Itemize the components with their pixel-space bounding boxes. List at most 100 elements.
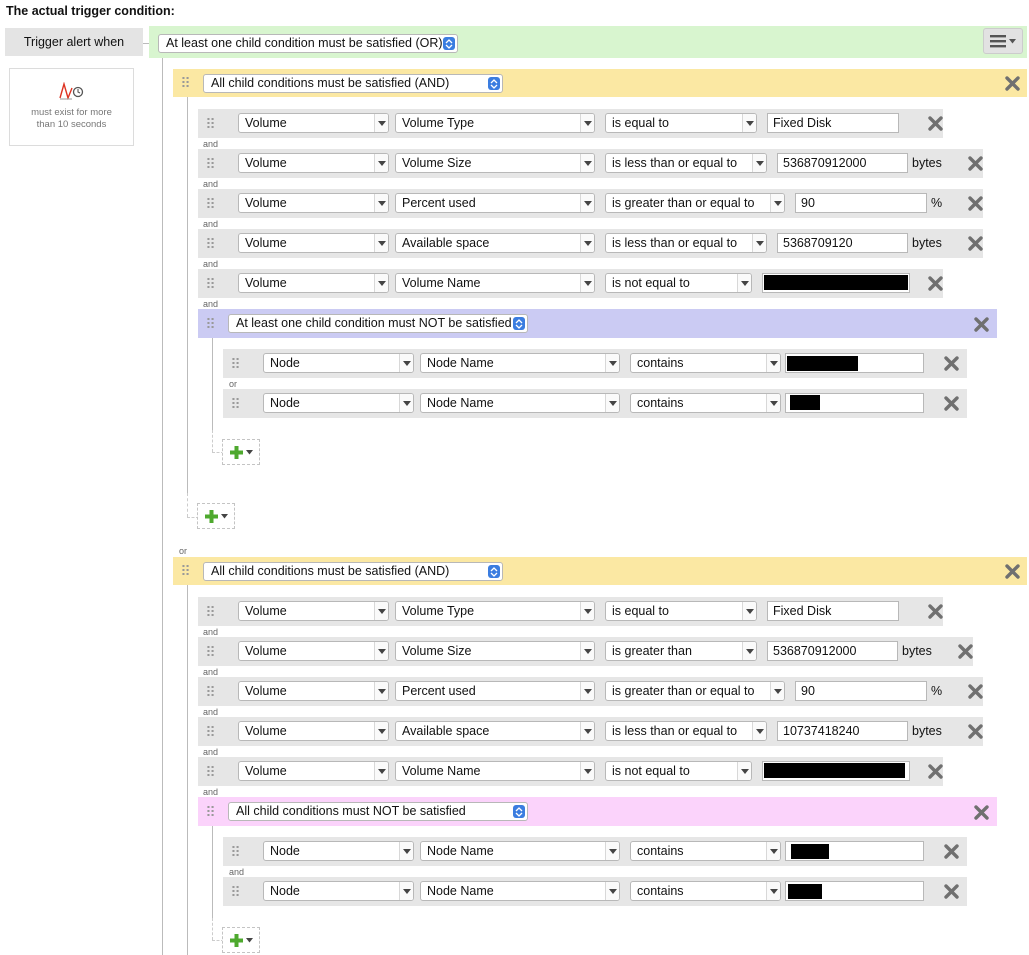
remove-condition-button[interactable] — [926, 602, 944, 620]
drag-handle-icon[interactable]: ⠿ — [198, 317, 222, 331]
entity-select[interactable]: Volume — [238, 721, 389, 741]
operator-select[interactable]: is equal to — [605, 113, 757, 133]
drag-handle-icon[interactable]: ⠿ — [198, 685, 222, 699]
entity-select[interactable]: Volume — [238, 273, 389, 293]
group-condition-select[interactable]: All child conditions must be satisfied (… — [203, 562, 503, 581]
entity-select[interactable]: Volume — [238, 153, 389, 173]
value-input[interactable]: 536870912000 — [777, 153, 908, 173]
chevron-down-icon — [605, 842, 619, 860]
operator-select[interactable]: contains — [630, 881, 781, 901]
drag-handle-icon[interactable]: ⠿ — [198, 117, 222, 131]
field-select[interactable]: Percent used — [395, 681, 595, 701]
drag-handle-icon[interactable]: ⠿ — [198, 805, 222, 819]
remove-condition-button[interactable] — [926, 762, 944, 780]
drag-handle-icon[interactable]: ⠿ — [223, 357, 247, 371]
drag-handle-icon[interactable]: ⠿ — [198, 645, 222, 659]
operator-select[interactable]: is less than or equal to — [605, 233, 767, 253]
field-select[interactable]: Node Name — [420, 841, 620, 861]
value-input[interactable]: 90 — [795, 681, 927, 701]
group-condition-select[interactable]: All child conditions must be satisfied (… — [203, 74, 503, 93]
field-select[interactable]: Available space — [395, 721, 595, 741]
value-input[interactable]: Fixed Disk — [767, 113, 899, 133]
operator-select[interactable]: contains — [630, 841, 781, 861]
entity-select[interactable]: Volume — [238, 641, 389, 661]
drag-handle-icon[interactable]: ⠿ — [173, 564, 197, 578]
remove-condition-button[interactable] — [966, 154, 984, 172]
entity-select[interactable]: Volume — [238, 233, 389, 253]
add-subcondition-button[interactable] — [222, 439, 260, 465]
drag-handle-icon[interactable]: ⠿ — [223, 397, 247, 411]
add-condition-button[interactable] — [197, 503, 235, 529]
drag-handle-icon[interactable]: ⠿ — [223, 885, 247, 899]
field-select[interactable]: Volume Type — [395, 113, 595, 133]
operator-select[interactable]: contains — [630, 353, 781, 373]
entity-select[interactable]: Volume — [238, 761, 389, 781]
remove-condition-button[interactable] — [966, 682, 984, 700]
remove-condition-button[interactable] — [942, 354, 960, 372]
remove-condition-button[interactable] — [966, 234, 984, 252]
remove-subgroup-button[interactable] — [972, 315, 990, 333]
root-condition-select[interactable]: At least one child condition must be sat… — [158, 34, 458, 53]
remove-group-button[interactable] — [1003, 562, 1021, 580]
conjunction-label: and — [203, 219, 219, 229]
operator-select[interactable]: is equal to — [605, 601, 757, 621]
remove-subgroup-button[interactable] — [972, 803, 990, 821]
drag-handle-icon[interactable]: ⠿ — [198, 237, 222, 251]
drag-handle-icon[interactable]: ⠿ — [198, 605, 222, 619]
value-input[interactable]: Fixed Disk — [767, 601, 899, 621]
drag-handle-icon[interactable]: ⠿ — [198, 157, 222, 171]
entity-select[interactable]: Node — [263, 353, 414, 373]
entity-select[interactable]: Volume — [238, 193, 389, 213]
operator-select[interactable]: contains — [630, 393, 781, 413]
remove-condition-button[interactable] — [942, 394, 960, 412]
field-select[interactable]: Node Name — [420, 393, 620, 413]
remove-condition-button[interactable] — [956, 642, 974, 660]
value-input[interactable]: 90 — [795, 193, 927, 213]
remove-condition-button[interactable] — [966, 722, 984, 740]
entity-select[interactable]: Node — [263, 881, 414, 901]
operator-select[interactable]: is greater than or equal to — [605, 193, 785, 213]
operator-select[interactable]: is less than or equal to — [605, 721, 767, 741]
add-subcondition-button[interactable] — [222, 927, 260, 953]
operator-select[interactable]: is less than or equal to — [605, 153, 767, 173]
field-select[interactable]: Volume Name — [395, 273, 595, 293]
subgroup-condition-select[interactable]: At least one child condition must NOT be… — [228, 314, 528, 333]
value-input[interactable]: 5368709120 — [777, 233, 908, 253]
entity-select[interactable]: Volume — [238, 113, 389, 133]
drag-handle-icon[interactable]: ⠿ — [198, 277, 222, 291]
remove-condition-button[interactable] — [942, 882, 960, 900]
chevron-down-icon — [580, 762, 594, 780]
field-select[interactable]: Volume Size — [395, 641, 595, 661]
drag-handle-icon[interactable]: ⠿ — [198, 725, 222, 739]
remove-condition-button[interactable] — [926, 114, 944, 132]
field-select[interactable]: Volume Type — [395, 601, 595, 621]
remove-group-button[interactable] — [1003, 74, 1021, 92]
drag-handle-icon[interactable]: ⠿ — [173, 76, 197, 90]
entity-select[interactable]: Volume — [238, 601, 389, 621]
entity-select[interactable]: Node — [263, 841, 414, 861]
drag-handle-icon[interactable]: ⠿ — [198, 197, 222, 211]
remove-condition-button[interactable] — [966, 194, 984, 212]
operator-select[interactable]: is not equal to — [605, 273, 752, 293]
operator-select[interactable]: is greater than or equal to — [605, 681, 785, 701]
entity-select[interactable]: Volume — [238, 681, 389, 701]
drag-handle-icon[interactable]: ⠿ — [223, 845, 247, 859]
remove-condition-button[interactable] — [926, 274, 944, 292]
field-select[interactable]: Volume Size — [395, 153, 595, 173]
field-select[interactable]: Node Name — [420, 353, 620, 373]
field-select[interactable]: Percent used — [395, 193, 595, 213]
operator-select[interactable]: is not equal to — [605, 761, 752, 781]
field-select[interactable]: Available space — [395, 233, 595, 253]
sustained-condition-box[interactable]: must exist for more than 10 seconds — [9, 68, 134, 146]
drag-handle-icon[interactable]: ⠿ — [198, 765, 222, 779]
value-input[interactable]: 10737418240 — [777, 721, 908, 741]
trend-chart-icon — [58, 82, 83, 101]
field-select[interactable]: Volume Name — [395, 761, 595, 781]
condition-menu-button[interactable] — [983, 28, 1023, 54]
entity-select[interactable]: Node — [263, 393, 414, 413]
field-select[interactable]: Node Name — [420, 881, 620, 901]
remove-condition-button[interactable] — [942, 842, 960, 860]
subgroup-condition-select[interactable]: All child conditions must NOT be satisfi… — [228, 802, 528, 821]
value-input[interactable]: 536870912000 — [767, 641, 898, 661]
operator-select[interactable]: is greater than — [605, 641, 757, 661]
